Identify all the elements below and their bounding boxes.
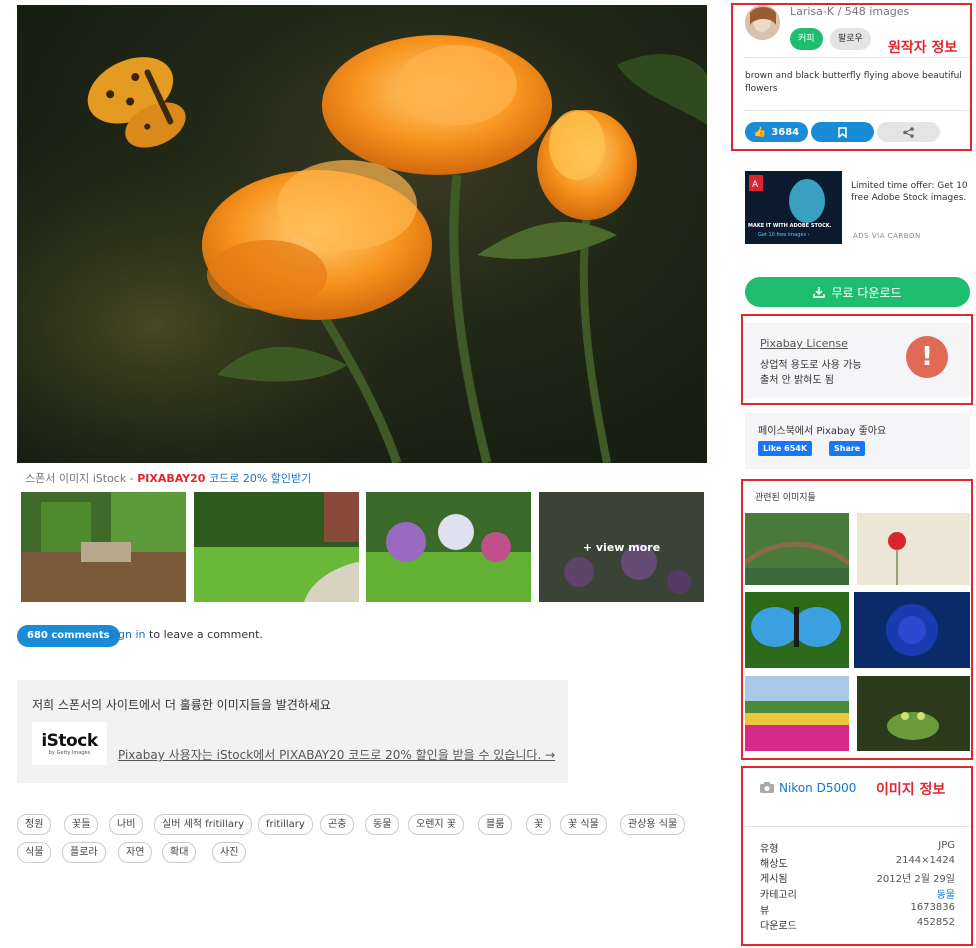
- istock-logo-sub: by Getty Images: [48, 749, 91, 756]
- view-more-label: + view more: [539, 492, 704, 602]
- istock-link[interactable]: Pixabay 사용자는 iStock에서 PIXABAY20 코드로 20% …: [118, 746, 555, 763]
- sign-in-suffix: to leave a comment.: [145, 628, 263, 641]
- tag[interactable]: 동물: [365, 814, 400, 835]
- sponsor-thumb[interactable]: [21, 492, 186, 602]
- comments-badge[interactable]: 680 comments: [17, 625, 120, 647]
- tag[interactable]: 플로라: [62, 842, 106, 863]
- sponsor-line[interactable]: 스폰서 이미지 iStock - PIXABAY20 코드로 20% 할인받기: [25, 470, 311, 486]
- tag[interactable]: 자연: [118, 842, 153, 863]
- tag[interactable]: 실버 세척 fritillary: [154, 814, 252, 835]
- svg-text:A: A: [752, 180, 759, 190]
- download-icon: [813, 287, 826, 298]
- sponsor-thumb[interactable]: [366, 492, 531, 602]
- facebook-share-button[interactable]: Share: [829, 441, 866, 456]
- tag[interactable]: 곤충: [320, 814, 355, 835]
- sign-in-link[interactable]: Sign in: [108, 628, 146, 641]
- tag[interactable]: 블룸: [478, 814, 513, 835]
- ad-image[interactable]: A MAKE IT WITH ADOBE STOCK. Get 10 free …: [745, 171, 842, 244]
- download-label: 무료 다운로드: [831, 285, 902, 300]
- tag[interactable]: 확대: [162, 842, 197, 863]
- ad-image-line2: Get 10 free images ›: [758, 232, 810, 238]
- tag[interactable]: 꽃 식물: [560, 814, 607, 835]
- facebook-title: 페이스북에서 Pixabay 좋아요: [758, 426, 887, 437]
- istock-title: 저희 스폰서의 사이트에서 더 훌륭한 이미지들을 발견하세요: [32, 698, 331, 712]
- ad-image-line1: MAKE IT WITH ADOBE STOCK.: [748, 223, 832, 229]
- sponsor-suffix: 코드로 20% 할인받기: [205, 472, 312, 485]
- istock-promo: 저희 스폰서의 사이트에서 더 훌륭한 이미지들을 발견하세요 iStock b…: [17, 680, 568, 783]
- tag[interactable]: 사진: [212, 842, 247, 863]
- tag[interactable]: 나비: [109, 814, 144, 835]
- sponsor-prefix: 스폰서 이미지 iStock -: [25, 472, 138, 485]
- tag[interactable]: 꽃: [526, 814, 552, 835]
- view-more-thumb[interactable]: + view more: [539, 492, 704, 602]
- facebook-like-button[interactable]: Like 654K: [758, 441, 813, 456]
- free-download-button[interactable]: 무료 다운로드: [745, 277, 970, 307]
- sign-in-line: Sign in to leave a comment.: [108, 628, 263, 641]
- tag[interactable]: 정원: [17, 814, 52, 835]
- annotation-box: [731, 3, 972, 151]
- tag[interactable]: 오렌지 꽃: [408, 814, 464, 835]
- sponsor-thumb[interactable]: [194, 492, 359, 602]
- annotation-box: [741, 479, 973, 760]
- tag[interactable]: fritillary: [258, 814, 313, 835]
- main-photo[interactable]: [17, 5, 707, 463]
- annotation-box: [741, 766, 973, 946]
- tag[interactable]: 관상용 식물: [620, 814, 686, 835]
- tag[interactable]: 꽃들: [64, 814, 99, 835]
- istock-logo[interactable]: iStock by Getty Images: [32, 722, 107, 765]
- annotation-box: [741, 314, 973, 405]
- facebook-box: 페이스북에서 Pixabay 좋아요 Like 654K Share: [745, 413, 970, 469]
- ad-text[interactable]: Limited time offer: Get 10 free Adobe St…: [851, 180, 971, 204]
- tag[interactable]: 식물: [17, 842, 52, 863]
- sponsor-code: PIXABAY20: [137, 472, 206, 485]
- istock-logo-text: iStock: [41, 730, 98, 751]
- ad-carbon[interactable]: ADS VIA CARBON: [853, 232, 921, 240]
